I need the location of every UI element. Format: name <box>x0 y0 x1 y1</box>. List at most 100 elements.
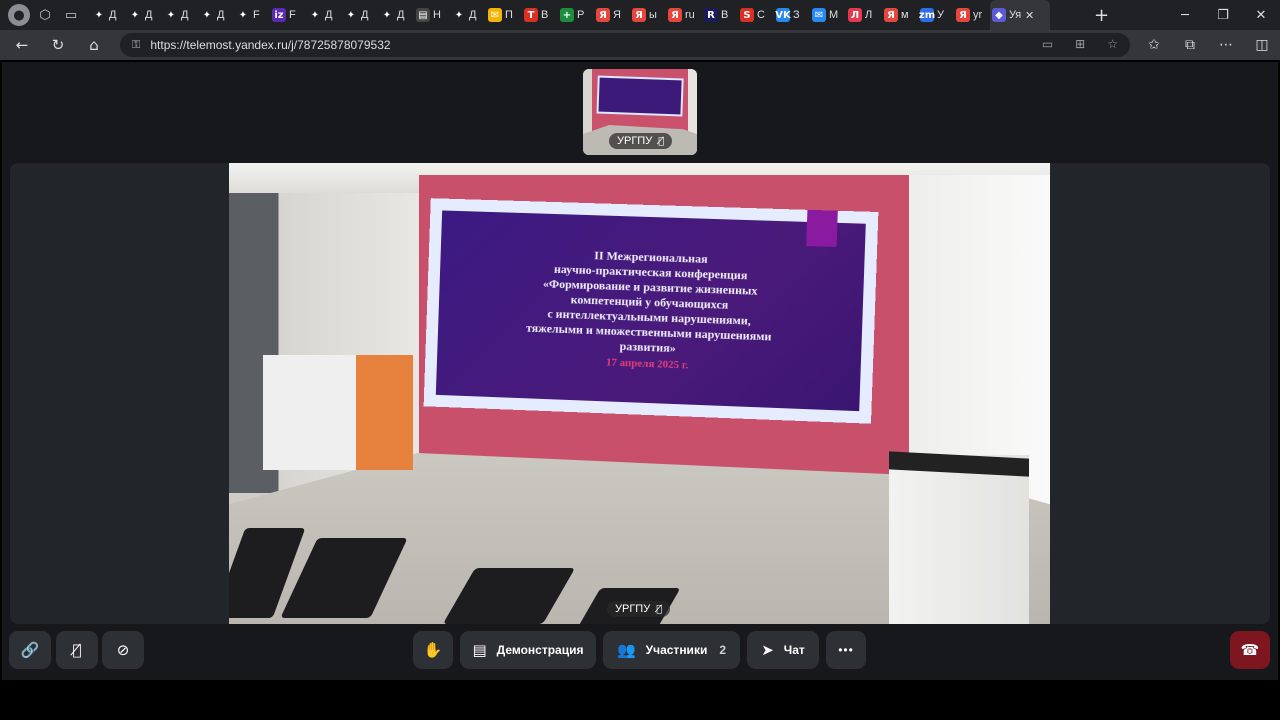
browser-tab[interactable]: ◆ Уя ✕ <box>990 0 1050 30</box>
url-text[interactable]: https://telemost.yandex.ru/j/78725878079… <box>150 38 390 52</box>
browser-tab[interactable]: ✦ F <box>234 0 270 30</box>
browser-tab-title: ы <box>649 9 657 21</box>
room-podium <box>889 455 1029 624</box>
browser-tab[interactable]: ✦ Д <box>306 0 342 30</box>
browser-tab-title: F <box>289 9 296 21</box>
copy-link-button[interactable]: 🔗 <box>9 631 51 669</box>
browser-tab-title: м <box>901 9 909 21</box>
browser-tab[interactable]: + Р <box>558 0 594 30</box>
browser-tab-title: Д <box>397 9 405 21</box>
browser-tab-title: F <box>253 9 260 21</box>
browser-tab[interactable]: ✦ Д <box>126 0 162 30</box>
yandex-icon: Я <box>668 8 682 22</box>
mic-off-icon: 🎙̸ <box>72 641 82 659</box>
browser-tab[interactable]: ✦ Д <box>342 0 378 30</box>
browser-tab[interactable]: Ям <box>882 0 918 30</box>
mail-icon: ✉ <box>488 8 502 22</box>
browser-tab[interactable]: ✦ Д <box>378 0 414 30</box>
browser-tab[interactable]: SС <box>738 0 774 30</box>
profile-avatar-icon[interactable]: ● <box>8 4 30 26</box>
browser-tab[interactable]: Яы <box>630 0 666 30</box>
sidebar-icon[interactable]: ◫ <box>1244 30 1280 60</box>
browser-tab[interactable]: ✦ Д <box>90 0 126 30</box>
spark-icon: ✦ <box>308 8 322 22</box>
bookmark-star-icon[interactable]: ☆ <box>1107 37 1118 51</box>
browser-tab[interactable]: RВ <box>702 0 738 30</box>
browser-tab[interactable]: ✦ Д <box>450 0 486 30</box>
minimize-icon[interactable]: ─ <box>1166 0 1204 30</box>
browser-tab[interactable]: Яru <box>666 0 702 30</box>
room-chairs <box>229 508 749 624</box>
camera-permission-icon[interactable]: ▭ <box>1042 37 1053 51</box>
browser-tab[interactable]: TВ <box>522 0 558 30</box>
thumbnail-screen <box>596 75 684 117</box>
browser-tab-title: С <box>757 9 765 21</box>
browser-tab[interactable]: ✉ М <box>810 0 846 30</box>
browser-tab[interactable]: iz F <box>270 0 306 30</box>
browser-tab-title: Д <box>109 9 117 21</box>
microphone-toggle-button[interactable]: 🎙̸ <box>56 631 98 669</box>
spark-icon: ✦ <box>380 8 394 22</box>
chat-button[interactable]: ➤ Чат <box>747 631 819 669</box>
app-install-icon[interactable]: ⊞ <box>1075 37 1085 51</box>
close-window-icon[interactable]: ✕ <box>1242 0 1280 30</box>
browser-tab[interactable]: ✦ Д <box>198 0 234 30</box>
browser-tab[interactable]: ЯЯ <box>594 0 630 30</box>
browser-tab-title: З <box>793 9 800 21</box>
browser-navbar: ← ↻ ⌂ ⚿ https://telemost.yandex.ru/j/787… <box>0 30 1280 60</box>
new-tab-button[interactable]: + <box>1094 5 1109 26</box>
participants-button[interactable]: 👥 Участники 2 <box>603 631 740 669</box>
browser-tab[interactable]: ▤ Н <box>414 0 450 30</box>
site-info-icon[interactable]: ⚿ <box>132 38 140 52</box>
more-button[interactable]: ••• <box>826 631 866 669</box>
thumbnail-name-badge: УРГПУ 🎙̸ <box>609 133 673 149</box>
menu-icon[interactable]: ⋯ <box>1208 30 1244 60</box>
browser-tab-title: Уя <box>1009 9 1022 21</box>
favorites-icon[interactable]: ✩ <box>1136 30 1172 60</box>
spark-icon: ✦ <box>200 8 214 22</box>
browser-tab-title: Д <box>217 9 225 21</box>
main-video[interactable]: II Межрегиональная научно-практическая ко… <box>229 163 1050 624</box>
browser-tab[interactable]: VK З <box>774 0 810 30</box>
yandex-icon: Я <box>632 8 646 22</box>
browser-tab[interactable]: Яyr <box>954 0 990 30</box>
participants-count: 2 <box>719 643 727 657</box>
main-video-stage: II Межрегиональная научно-практическая ко… <box>10 163 1270 624</box>
r-icon: R <box>704 8 718 22</box>
browser-tab-title: Л <box>865 9 873 21</box>
vk-icon: VK <box>775 8 791 22</box>
presentation-slide: II Межрегиональная научно-практическая ко… <box>435 209 866 412</box>
browser-tab[interactable]: ЛЛ <box>846 0 882 30</box>
slide-date: 17 апреля 2025 г. <box>605 356 689 372</box>
home-icon[interactable]: ⌂ <box>76 30 112 60</box>
browser-tab[interactable]: ✦ Д <box>162 0 198 30</box>
browser-tab[interactable]: zm У <box>918 0 954 30</box>
participants-icon: 👥 <box>616 641 636 659</box>
raise-hand-button[interactable]: ✋ <box>413 631 453 669</box>
hang-up-button[interactable]: ☎ <box>1230 631 1270 669</box>
iz-icon: iz <box>272 8 286 22</box>
restore-icon[interactable]: ❐ <box>1204 0 1242 30</box>
yandex-icon: Я <box>596 8 610 22</box>
workspaces-icon[interactable]: ⬡ <box>34 4 56 26</box>
camera-toggle-button[interactable]: ⊘ <box>102 631 144 669</box>
screen-share-button[interactable]: ▤ Демонстрация <box>460 631 596 669</box>
browser-tab-title: П <box>505 9 513 21</box>
chair <box>442 568 576 624</box>
reload-icon[interactable]: ↻ <box>40 30 76 60</box>
mic-off-icon: 🎙̸ <box>656 603 663 615</box>
spark-icon: ✦ <box>344 8 358 22</box>
slide-corner-accent <box>806 209 838 248</box>
telemost-icon: ◆ <box>992 8 1006 22</box>
browser-tab[interactable]: ✉ П <box>486 0 522 30</box>
slide-title-lines: II Межрегиональная научно-практическая ко… <box>525 246 774 359</box>
browser-tab-title: Д <box>469 9 477 21</box>
window-controls: ─ ❐ ✕ <box>1166 0 1280 30</box>
tab-actions-icon[interactable]: ▭ <box>60 4 82 26</box>
back-icon[interactable]: ← <box>4 30 40 60</box>
close-tab-icon[interactable]: ✕ <box>1025 9 1034 22</box>
address-bar[interactable]: ⚿ https://telemost.yandex.ru/j/787258780… <box>120 33 1130 57</box>
self-video-thumbnail[interactable]: УРГПУ 🎙̸ <box>583 69 697 155</box>
chat-icon: ✉ <box>812 8 826 22</box>
collections-icon[interactable]: ⧉ <box>1172 30 1208 60</box>
